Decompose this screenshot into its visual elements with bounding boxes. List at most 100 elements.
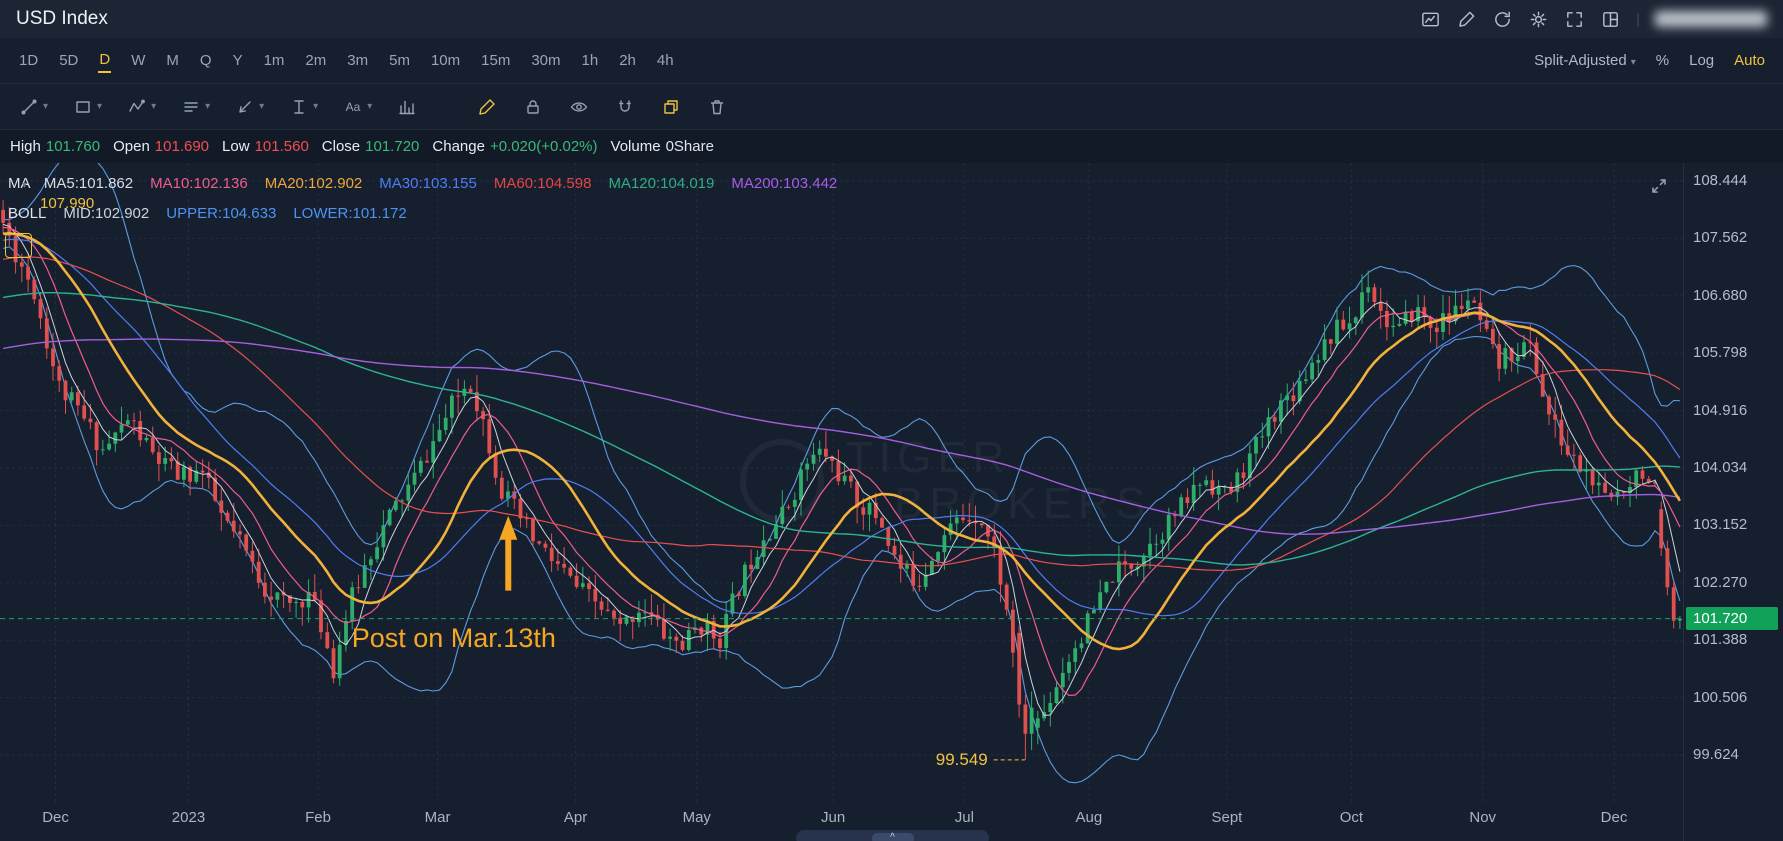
timeframe-button[interactable]: D [98, 49, 112, 73]
text-tool[interactable]: Aa ▾ [342, 97, 372, 117]
price-axis[interactable]: 108.444 107.562 106.680 105.798 104.916 104.0… [1683, 163, 1783, 841]
timeframe-button[interactable]: Q [199, 50, 213, 72]
auto-scale-button[interactable]: Auto [1734, 52, 1765, 69]
x-axis-label: Jun [820, 809, 846, 826]
boll-legend-entry: UPPER:104.633 [166, 205, 277, 222]
drawing-toolbar: ▾ ▾ ▾ ▾ ▾ ▾ Aa ▾ [0, 84, 1783, 130]
chevron-down-icon: ▾ [205, 101, 211, 112]
chart-horizontal-scrollbar[interactable]: ^ [796, 830, 989, 841]
down-candle-bodies [1, 209, 1676, 734]
chart-text-annotation[interactable]: Post on Mar.13th [352, 623, 556, 654]
chevron-down-icon: ▾ [313, 101, 319, 112]
candlestick-chart[interactable] [0, 163, 1683, 841]
timeframe-button[interactable]: 5m [388, 50, 411, 72]
boll-upper-line [3, 163, 1680, 603]
ma200-line [2, 338, 1681, 535]
timeframe-button[interactable]: 5D [58, 50, 79, 72]
timeframe-button[interactable]: 15m [480, 50, 511, 72]
timeframe-button[interactable]: 30m [530, 50, 561, 72]
y-axis-tick: 106.680 [1693, 286, 1748, 304]
timeframe-button[interactable]: 3m [346, 50, 369, 72]
timeframe-button[interactable]: 1m [263, 50, 286, 72]
ma10-line [3, 226, 1681, 697]
ohlc-item: Low 101.560 [222, 138, 309, 155]
wave-tool[interactable]: ▾ [126, 97, 156, 117]
ma-legend-entry: MA30:103.155 [379, 175, 477, 192]
edit-chart-icon[interactable] [1456, 9, 1477, 30]
timeframe-button[interactable]: 1D [18, 50, 39, 72]
ma-legend-entry: MA120:104.019 [608, 175, 715, 192]
refresh-icon[interactable] [1492, 9, 1513, 30]
ma-legend-entry: MA5:101.862 [43, 175, 134, 192]
rectangle-tool[interactable]: ▾ [72, 97, 102, 117]
redacted-account-info [1655, 11, 1767, 27]
log-scale-button[interactable]: Log [1689, 52, 1714, 69]
x-axis-label: Jul [954, 809, 974, 826]
timeframe-button[interactable]: 2m [304, 50, 327, 72]
parallel-lines-tool[interactable]: ▾ [180, 97, 210, 117]
restore-scale-icon[interactable] [1650, 177, 1668, 200]
chevron-down-icon: ▾ [43, 101, 49, 112]
chevron-down-icon: ▾ [151, 101, 157, 112]
settings-icon[interactable] [1528, 9, 1549, 30]
ma-legend-entry: MA60:104.598 [493, 175, 592, 192]
boll-lower-line [2, 246, 1681, 784]
chevron-down-icon: ▾ [21, 180, 27, 191]
chevron-up-icon: ^ [890, 832, 895, 841]
timeframe-bar: 1D 5D D W M Q Y 1m 2m 3m 5m 10m 15m 30m … [0, 38, 1783, 84]
magnet-mode-button[interactable] [614, 97, 636, 117]
timeframe-button[interactable]: 4h [656, 50, 675, 72]
timeframe-button[interactable]: W [130, 50, 146, 72]
timeframe-button[interactable]: Y [232, 50, 244, 72]
timeframe-button[interactable]: 1h [581, 50, 600, 72]
trend-line-tool[interactable]: ▾ [18, 97, 48, 117]
delete-drawing-button[interactable] [706, 97, 728, 117]
current-price-label: 101.720 [1686, 606, 1778, 630]
y-axis-tick: 104.034 [1693, 459, 1748, 476]
fullscreen-icon[interactable] [1564, 9, 1585, 30]
timeframe-button[interactable]: 2h [618, 50, 637, 72]
layout-grid-icon[interactable] [1600, 9, 1621, 30]
annotation-arrow[interactable] [499, 515, 518, 591]
boll-legend-entry: LOWER:101.172 [293, 205, 407, 222]
volume-profile-tool[interactable] [396, 97, 418, 117]
x-axis-label: Feb [305, 809, 332, 826]
x-axis-label: 2023 [171, 809, 206, 826]
chevron-down-icon: ▾ [1630, 57, 1636, 68]
ohlc-item: Close 101.720 [321, 138, 420, 155]
y-axis-tick: 105.798 [1693, 344, 1748, 362]
y-axis-tick: 100.506 [1693, 688, 1748, 706]
screenshot-icon[interactable] [1420, 9, 1441, 30]
ohlc-item: Volume 0Share [610, 138, 714, 155]
ma-indicator-legend: MA ▾ MA5:101.862 MA10:102.136 MA20:102.902… [8, 175, 837, 192]
scrollbar-handle[interactable]: ^ [871, 832, 914, 841]
y-axis-tick: 107.562 [1693, 229, 1748, 247]
chevron-down-icon: ▾ [259, 101, 265, 112]
low-price-annotation[interactable]: 99.549 [936, 750, 988, 770]
ma120-line [2, 291, 1680, 566]
y-axis-tick: 103.152 [1693, 516, 1748, 534]
drawing-selection-handle[interactable] [5, 233, 32, 258]
visibility-button[interactable] [568, 97, 590, 117]
arrow-tool[interactable]: ▾ [234, 97, 264, 117]
timeframe-button[interactable]: 10m [430, 50, 461, 72]
x-axis-label: Apr [563, 809, 588, 826]
ma-legend-entry: MA10:102.136 [150, 175, 248, 192]
duplicate-drawing-button[interactable] [660, 97, 682, 117]
lock-drawings-button[interactable] [522, 97, 544, 117]
top-bar: USD Index | [0, 0, 1783, 38]
adjust-mode-dropdown[interactable]: Split-Adjusted ▾ [1534, 52, 1636, 69]
x-axis-label: Mar [424, 809, 451, 826]
price-range-tool[interactable]: ▾ [288, 97, 318, 117]
y-axis-tick: 102.270 [1693, 573, 1748, 591]
brush-tool[interactable] [476, 97, 498, 117]
svg-text:Aa: Aa [346, 100, 361, 114]
ma-dropdown[interactable]: MA ▾ [8, 175, 30, 192]
trading-app-window: USD Index | 1D 5D D W M Q Y 1m 2m 3m 5m … [0, 0, 1783, 841]
top-bar-actions: | [1420, 9, 1767, 30]
x-axis-label: Dec [42, 809, 69, 826]
chart-area[interactable]: TIGER BROKERS MA ▾ MA5:101.862 MA10:102.1… [0, 163, 1783, 841]
drawing-price-label[interactable]: 107.990 [40, 195, 94, 212]
timeframe-button[interactable]: M [165, 50, 180, 72]
percent-scale-button[interactable]: % [1656, 52, 1669, 69]
